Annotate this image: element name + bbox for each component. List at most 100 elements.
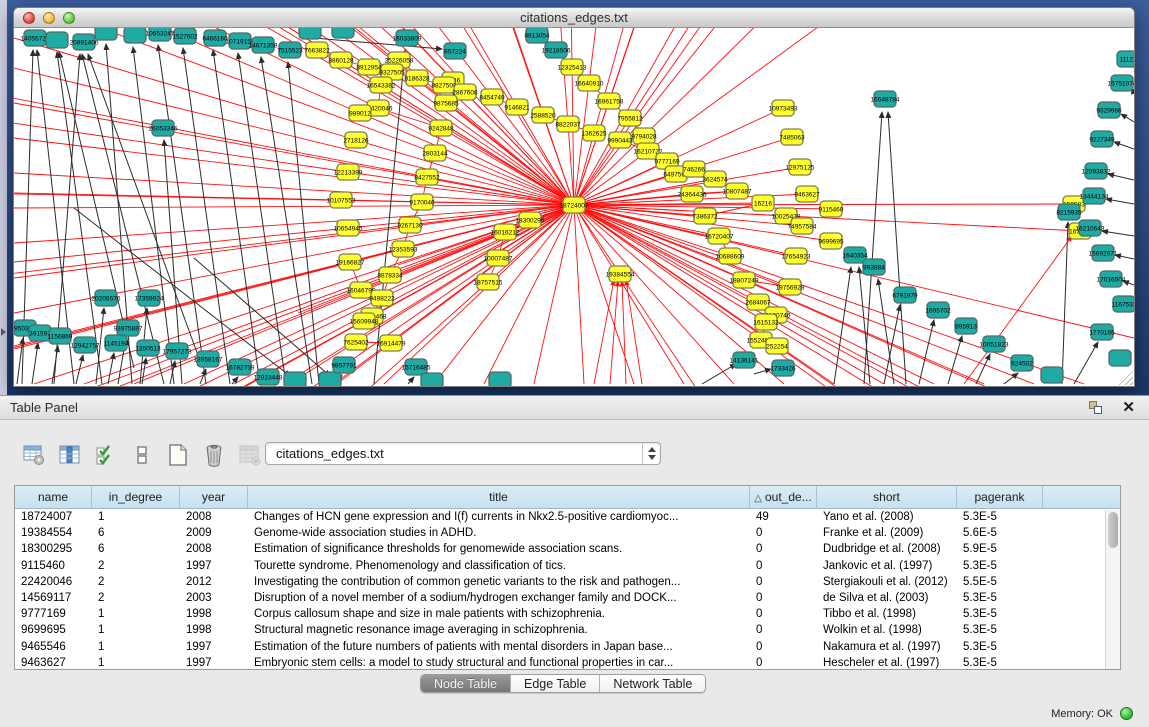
- cell-name[interactable]: 18724007: [15, 509, 92, 525]
- cell-in_degree[interactable]: 1: [92, 655, 180, 670]
- cell-year[interactable]: 2009: [180, 525, 248, 541]
- cell-short[interactable]: Wolkin et al. (1998): [817, 622, 957, 638]
- cell-short[interactable]: Stergiakouli et al. (2012): [817, 574, 957, 590]
- cell-title[interactable]: Disruption of a novel member of a sodium…: [248, 590, 750, 606]
- cell-title[interactable]: Structural magnetic resonance image aver…: [248, 622, 750, 638]
- network-graph[interactable]: 1872400712325413166409101696175879558129…: [14, 28, 1134, 386]
- cell-out_de[interactable]: 49: [750, 509, 817, 525]
- cell-pagerank[interactable]: 5.5E-5: [957, 574, 1043, 590]
- select-all-icon[interactable]: [92, 442, 119, 469]
- cell-year[interactable]: 2008: [180, 541, 248, 557]
- table-row[interactable]: 1872400712008Changes of HCN gene express…: [15, 509, 1120, 525]
- network-node[interactable]: [1109, 350, 1131, 366]
- cell-year[interactable]: 1997: [180, 655, 248, 670]
- cell-year[interactable]: 1998: [180, 622, 248, 638]
- cell-in_degree[interactable]: 1: [92, 606, 180, 622]
- cell-pagerank[interactable]: 5.6E-5: [957, 525, 1043, 541]
- cell-name[interactable]: 9463627: [15, 655, 92, 670]
- cell-in_degree[interactable]: 1: [92, 622, 180, 638]
- cell-name[interactable]: 9699695: [15, 622, 92, 638]
- table-row[interactable]: 969969511998Structural magnetic resonanc…: [15, 622, 1120, 638]
- cell-year[interactable]: 1997: [180, 558, 248, 574]
- cell-out_de[interactable]: 0: [750, 639, 817, 655]
- cell-title[interactable]: Embryonic stem cells: a model to study s…: [248, 655, 750, 670]
- cell-in_degree[interactable]: 1: [92, 639, 180, 655]
- cell-in_degree[interactable]: 2: [92, 574, 180, 590]
- cell-out_de[interactable]: 0: [750, 574, 817, 590]
- cell-out_de[interactable]: 0: [750, 606, 817, 622]
- cell-name[interactable]: 18300295: [15, 541, 92, 557]
- cell-name[interactable]: 14569117: [15, 590, 92, 606]
- cell-out_de[interactable]: 0: [750, 590, 817, 606]
- column-header-name[interactable]: name: [15, 486, 92, 509]
- cell-pagerank[interactable]: 5.3E-5: [957, 590, 1043, 606]
- cell-short[interactable]: de Silva et al. (2003): [817, 590, 957, 606]
- column-header-year[interactable]: year: [180, 486, 248, 509]
- tab-network-table[interactable]: Network Table: [600, 675, 705, 692]
- table-vertical-scrollbar[interactable]: [1105, 510, 1120, 669]
- cell-short[interactable]: Nakamura et al. (1997): [817, 639, 957, 655]
- network-node[interactable]: [319, 372, 341, 386]
- network-node[interactable]: [332, 28, 354, 38]
- column-header-short[interactable]: short: [817, 486, 957, 509]
- cell-short[interactable]: Dudbridge et al. (2008): [817, 541, 957, 557]
- network-canvas[interactable]: 1872400712325413166409101696175879558129…: [14, 28, 1134, 386]
- clear-selection-icon[interactable]: [128, 442, 155, 469]
- table-row[interactable]: 946554611997Estimation of the future num…: [15, 639, 1120, 655]
- network-node[interactable]: [95, 28, 117, 40]
- close-window-button[interactable]: [23, 12, 35, 24]
- cell-name[interactable]: 9777169: [15, 606, 92, 622]
- cell-in_degree[interactable]: 6: [92, 525, 180, 541]
- table-row[interactable]: 911546021997Tourette syndrome. Phenomeno…: [15, 558, 1120, 574]
- network-node[interactable]: [1041, 367, 1063, 383]
- cell-name[interactable]: 22420046: [15, 574, 92, 590]
- panel-collapse-strip[interactable]: [0, 0, 7, 395]
- table-row[interactable]: 2242004622012Investigating the contribut…: [15, 574, 1120, 590]
- cell-name[interactable]: 9115460: [15, 558, 92, 574]
- cell-out_de[interactable]: 0: [750, 541, 817, 557]
- cell-pagerank[interactable]: 5.3E-5: [957, 655, 1043, 670]
- table-row[interactable]: 1938455462009Genome-wide association stu…: [15, 525, 1120, 541]
- column-header-in_degree[interactable]: in_degree: [92, 486, 180, 509]
- zoom-window-button[interactable]: [63, 12, 75, 24]
- cell-short[interactable]: Jankovic et al. (1997): [817, 558, 957, 574]
- cell-pagerank[interactable]: 5.3E-5: [957, 558, 1043, 574]
- network-node[interactable]: [299, 28, 321, 39]
- grid-settings-icon[interactable]: [20, 442, 47, 469]
- cell-short[interactable]: Franke et al. (2009): [817, 525, 957, 541]
- cell-title[interactable]: Estimation of significance thresholds fo…: [248, 541, 750, 557]
- cell-name[interactable]: 19384554: [15, 525, 92, 541]
- network-view-window[interactable]: citations_edges.txt 18724007123254131664…: [13, 7, 1135, 387]
- table-row[interactable]: 1456911722003Disruption of a novel membe…: [15, 590, 1120, 606]
- cell-out_de[interactable]: 0: [750, 525, 817, 541]
- cell-out_de[interactable]: 0: [750, 558, 817, 574]
- cell-in_degree[interactable]: 6: [92, 541, 180, 557]
- network-node[interactable]: [284, 372, 306, 386]
- network-node[interactable]: [489, 372, 511, 386]
- table-row[interactable]: 1830029562008Estimation of significance …: [15, 541, 1120, 557]
- close-panel-icon[interactable]: ✕: [1122, 398, 1135, 416]
- cell-in_degree[interactable]: 2: [92, 590, 180, 606]
- cell-pagerank[interactable]: 5.3E-5: [957, 622, 1043, 638]
- new-table-icon[interactable]: [164, 442, 191, 469]
- cell-pagerank[interactable]: 5.3E-5: [957, 509, 1043, 525]
- scrollbar-thumb[interactable]: [1108, 512, 1118, 548]
- cell-pagerank[interactable]: 5.9E-5: [957, 541, 1043, 557]
- cell-short[interactable]: Hescheler et al. (1997): [817, 655, 957, 670]
- cell-year[interactable]: 1997: [180, 639, 248, 655]
- table-selector-dropdown[interactable]: citations_edges.txt: [265, 442, 661, 465]
- tab-node-table[interactable]: Node Table: [421, 675, 511, 692]
- cell-in_degree[interactable]: 1: [92, 509, 180, 525]
- window-titlebar[interactable]: citations_edges.txt: [14, 8, 1134, 28]
- column-header-title[interactable]: title: [248, 486, 750, 509]
- table-row[interactable]: 946362711997Embryonic stem cells: a mode…: [15, 655, 1120, 670]
- cell-title[interactable]: Tourette syndrome. Phenomenology and cla…: [248, 558, 750, 574]
- network-node[interactable]: [124, 28, 146, 43]
- cell-year[interactable]: 2008: [180, 509, 248, 525]
- cell-in_degree[interactable]: 2: [92, 558, 180, 574]
- tab-edge-table[interactable]: Edge Table: [511, 675, 600, 692]
- select-columns-icon[interactable]: [56, 442, 83, 469]
- cell-title[interactable]: Changes of HCN gene expression and I(f) …: [248, 509, 750, 525]
- network-node[interactable]: [421, 373, 443, 386]
- table-row[interactable]: 977716911998Corpus callosum shape and si…: [15, 606, 1120, 622]
